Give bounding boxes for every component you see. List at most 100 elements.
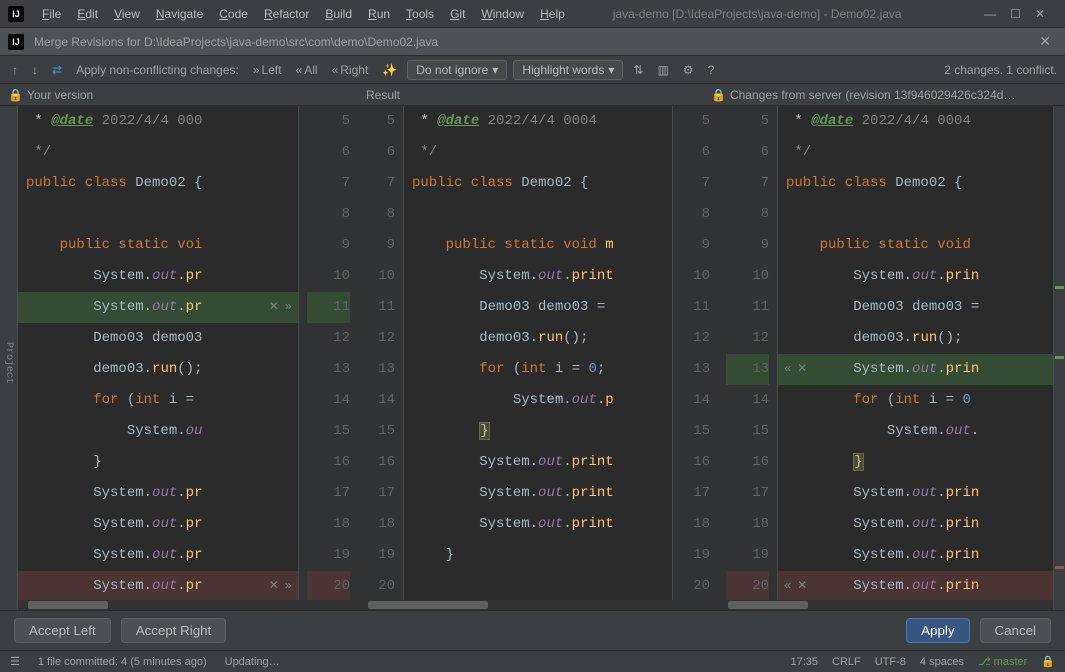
code-line[interactable]: public class Demo02 { <box>18 168 298 199</box>
code-line[interactable]: public class Demo02 { <box>404 168 672 199</box>
code-line[interactable]: for (int i = <box>18 385 298 416</box>
code-line[interactable]: System.out.prin <box>778 509 1053 540</box>
prev-diff-icon[interactable]: ↑ <box>8 61 22 79</box>
code-line[interactable]: * @date 2022/4/4 000 <box>18 106 298 137</box>
code-line[interactable]: public static void <box>778 230 1053 261</box>
code-line[interactable]: public static void m <box>404 230 672 261</box>
accept-left-button[interactable]: Accept Left <box>14 618 111 643</box>
error-stripe[interactable] <box>1053 106 1065 610</box>
magic-resolve-icon[interactable]: ✨ <box>378 61 401 79</box>
apply-left-button[interactable]: » Left <box>249 61 286 79</box>
code-right[interactable]: * @date 2022/4/4 0004 */public class Dem… <box>778 106 1053 600</box>
code-center[interactable]: * @date 2022/4/4 0004 */public class Dem… <box>404 106 672 600</box>
reject-icon[interactable]: ✕ <box>267 292 281 323</box>
code-line[interactable] <box>404 571 672 600</box>
code-line[interactable]: demo03.run(); <box>404 323 672 354</box>
reject-icon[interactable]: ✕ <box>267 571 281 600</box>
code-line[interactable]: } <box>404 416 672 447</box>
code-line[interactable]: } <box>404 540 672 571</box>
code-line[interactable]: System.out. <box>778 416 1053 447</box>
indent[interactable]: 4 spaces <box>920 656 964 668</box>
menu-help[interactable]: Help <box>532 7 573 21</box>
code-line[interactable]: public static voi <box>18 230 298 261</box>
line-sep[interactable]: CRLF <box>832 656 861 668</box>
help-icon[interactable]: ? <box>704 61 719 79</box>
code-left[interactable]: * @date 2022/4/4 000 */public class Demo… <box>18 106 298 600</box>
encoding[interactable]: UTF-8 <box>875 656 906 668</box>
code-line[interactable]: System.out.prin«✕ <box>778 354 1053 385</box>
settings-toggle-icon[interactable]: ⇅ <box>629 61 647 79</box>
code-line[interactable]: * @date 2022/4/4 0004 <box>404 106 672 137</box>
code-line[interactable] <box>404 199 672 230</box>
code-line[interactable]: System.out.p <box>404 385 672 416</box>
reject-icon[interactable]: ✕ <box>795 354 809 385</box>
code-line[interactable]: System.out.prin <box>778 478 1053 509</box>
code-line[interactable]: System.out.pr✕» <box>18 292 298 323</box>
code-line[interactable]: System.out.pr <box>18 478 298 509</box>
apply-button[interactable]: Apply <box>906 618 969 643</box>
code-line[interactable]: } <box>778 447 1053 478</box>
ignore-dropdown[interactable]: Do not ignore ▾ <box>407 60 507 80</box>
code-line[interactable]: System.out.prin <box>778 261 1053 292</box>
apply-all-button[interactable]: « All <box>292 61 322 79</box>
reject-icon[interactable]: ✕ <box>795 571 809 600</box>
lock-status-icon[interactable]: 🔒 <box>1041 655 1055 668</box>
menu-run[interactable]: Run <box>360 7 398 21</box>
code-line[interactable]: for (int i = 0 <box>778 385 1053 416</box>
code-line[interactable]: } <box>18 447 298 478</box>
apply-left-icon[interactable]: « <box>782 354 793 385</box>
menu-file[interactable]: File <box>34 7 69 21</box>
code-line[interactable]: Demo03 demo03 = <box>404 292 672 323</box>
code-line[interactable]: System.out.print <box>404 261 672 292</box>
code-line[interactable]: System.out.prin«✕ <box>778 571 1053 600</box>
code-line[interactable]: */ <box>18 137 298 168</box>
git-branch[interactable]: ⎇ master <box>978 655 1027 668</box>
menu-build[interactable]: Build <box>317 7 360 21</box>
scroll-right[interactable] <box>718 600 1053 610</box>
vcs-icon[interactable]: ☰ <box>10 655 20 668</box>
code-line[interactable]: System.out.prin <box>778 540 1053 571</box>
next-diff-icon[interactable]: ↓ <box>28 61 42 79</box>
dialog-close-icon[interactable]: ✕ <box>1033 33 1057 50</box>
menu-view[interactable]: View <box>106 7 148 21</box>
highlight-dropdown[interactable]: Highlight words ▾ <box>513 60 623 80</box>
code-line[interactable]: public class Demo02 { <box>778 168 1053 199</box>
minimize-icon[interactable]: — <box>984 7 996 21</box>
code-line[interactable]: System.out.print <box>404 478 672 509</box>
menu-tools[interactable]: Tools <box>398 7 442 21</box>
code-line[interactable]: for (int i = 0; <box>404 354 672 385</box>
code-line[interactable]: demo03.run(); <box>778 323 1053 354</box>
menu-edit[interactable]: Edit <box>69 7 106 21</box>
code-line[interactable] <box>778 199 1053 230</box>
apply-right-icon[interactable]: » <box>283 571 294 600</box>
menu-git[interactable]: Git <box>442 7 473 21</box>
code-line[interactable]: System.out.print <box>404 447 672 478</box>
menu-refactor[interactable]: Refactor <box>256 7 317 21</box>
sync-scroll-icon[interactable]: ▥ <box>653 61 672 79</box>
code-line[interactable]: Demo03 demo03 <box>18 323 298 354</box>
compare-icon[interactable]: ⇄ <box>48 61 66 79</box>
menu-code[interactable]: Code <box>211 7 256 21</box>
apply-right-icon[interactable]: » <box>283 292 294 323</box>
code-line[interactable]: System.out.pr✕» <box>18 571 298 600</box>
code-line[interactable] <box>18 199 298 230</box>
cursor-pos[interactable]: 17:35 <box>790 656 818 668</box>
code-line[interactable]: System.out.pr <box>18 261 298 292</box>
code-line[interactable]: System.out.pr <box>18 509 298 540</box>
menu-window[interactable]: Window <box>473 7 532 21</box>
code-line[interactable]: Demo03 demo03 = <box>778 292 1053 323</box>
cancel-button[interactable]: Cancel <box>980 618 1052 643</box>
code-line[interactable]: demo03.run(); <box>18 354 298 385</box>
apply-left-icon[interactable]: « <box>782 571 793 600</box>
code-line[interactable]: System.ou <box>18 416 298 447</box>
code-line[interactable]: System.out.pr <box>18 540 298 571</box>
gear-icon[interactable]: ⚙ <box>679 61 698 79</box>
code-line[interactable]: * @date 2022/4/4 0004 <box>778 106 1053 137</box>
scroll-center[interactable] <box>358 600 718 610</box>
tool-tab-project[interactable]: Project <box>0 337 17 389</box>
code-line[interactable]: */ <box>778 137 1053 168</box>
maximize-icon[interactable]: ☐ <box>1010 7 1021 21</box>
close-icon[interactable]: ✕ <box>1035 7 1045 21</box>
accept-right-button[interactable]: Accept Right <box>121 618 227 643</box>
apply-right-button[interactable]: « Right <box>328 61 373 79</box>
